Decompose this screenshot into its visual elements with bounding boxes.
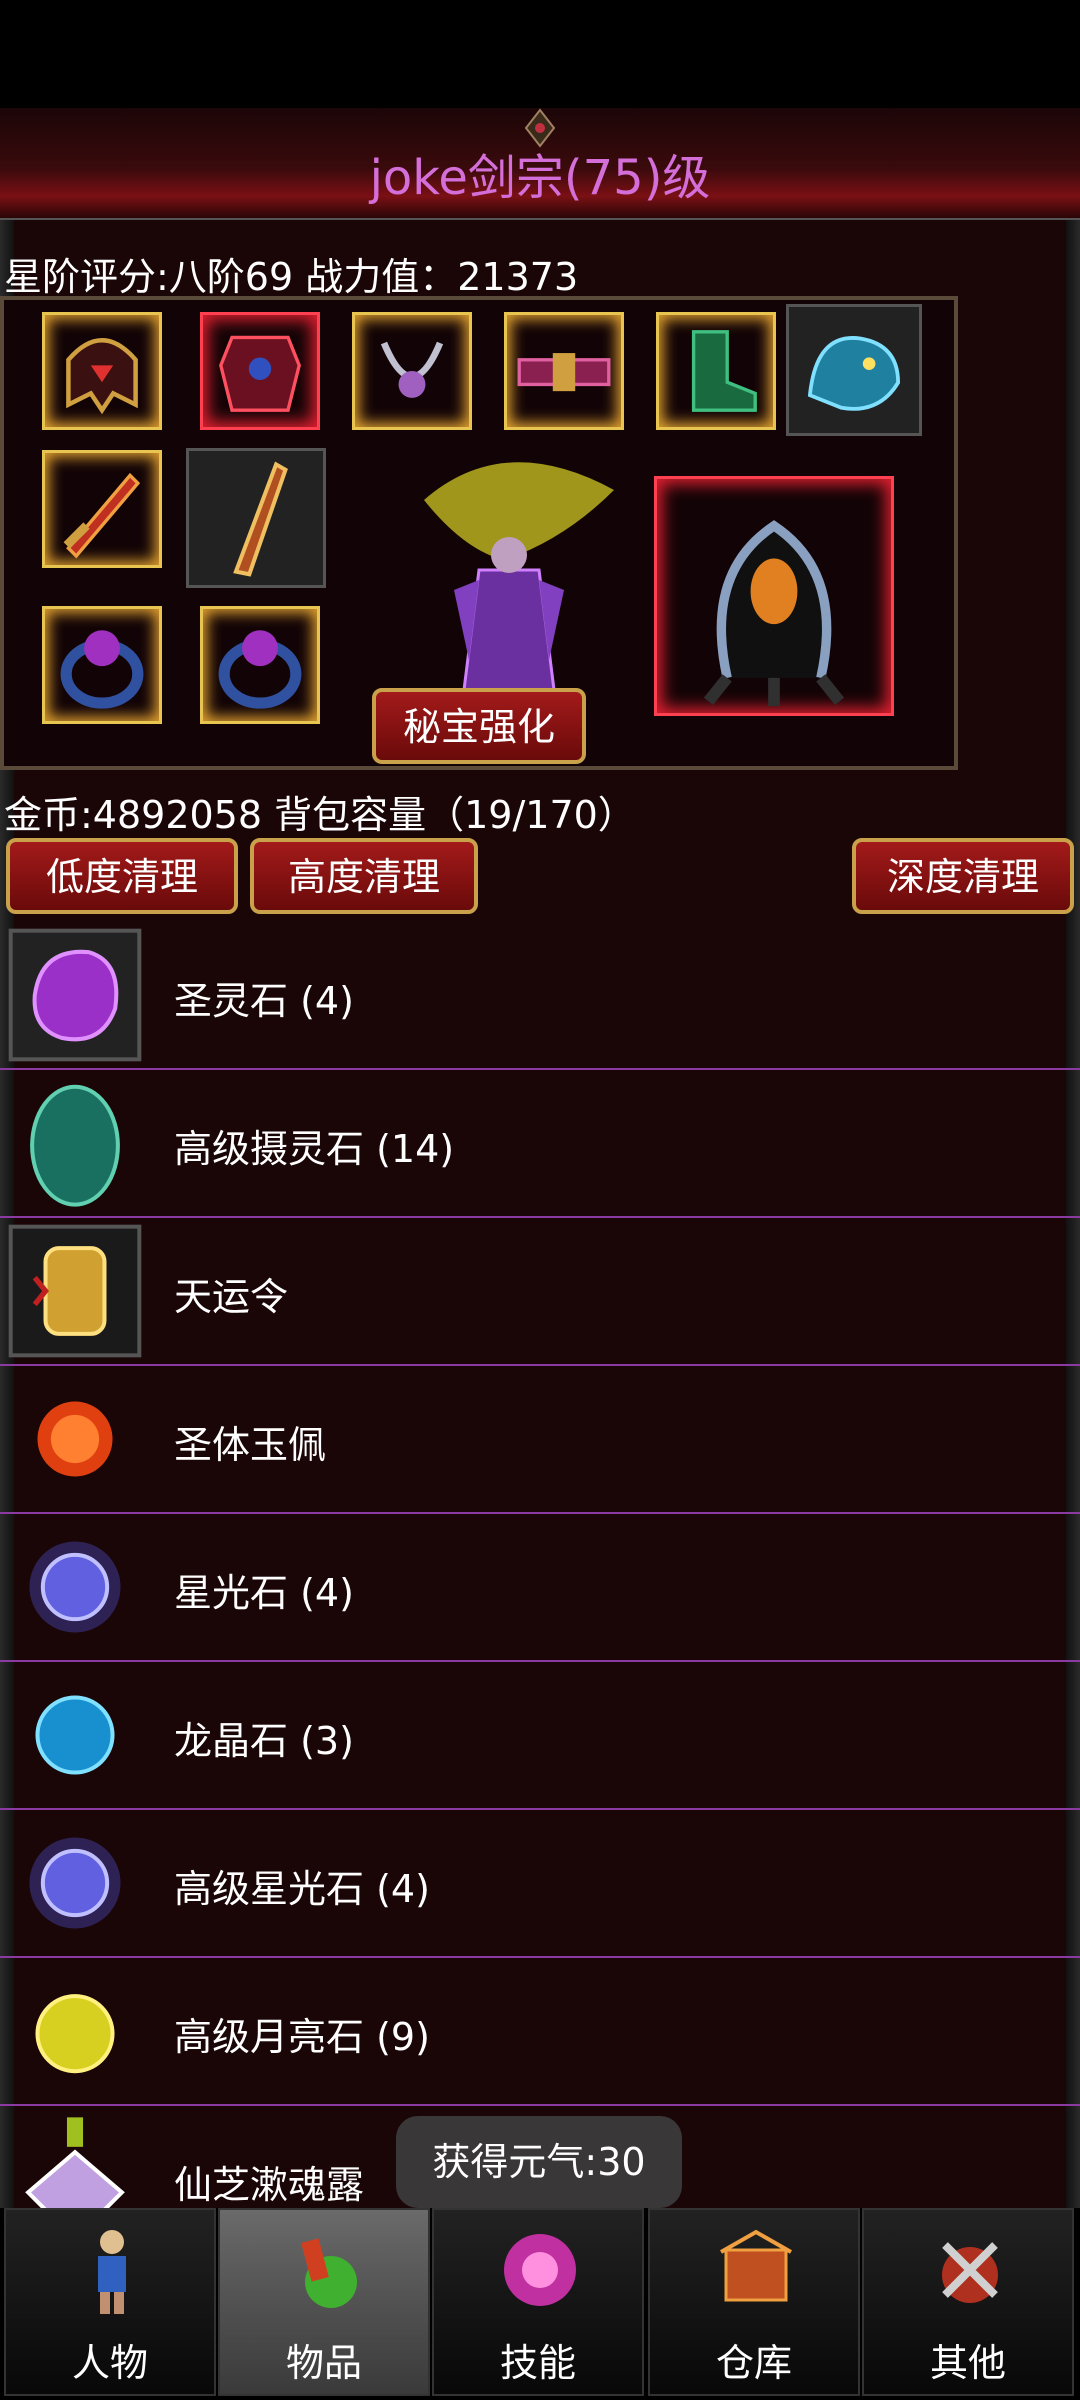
red-orb-icon bbox=[8, 1372, 142, 1506]
item-name: 高级星光石 (4) bbox=[174, 1867, 430, 1911]
dark-claw-icon bbox=[703, 520, 845, 706]
sword-icon bbox=[63, 472, 141, 559]
blade-icon bbox=[233, 461, 288, 577]
item-name: 仙芝漱魂露 bbox=[174, 2163, 365, 2207]
blue-orb-icon bbox=[8, 1668, 142, 1802]
yellow-orb-icon bbox=[8, 1964, 142, 2098]
ring-icon bbox=[60, 630, 144, 709]
character-icon bbox=[62, 2220, 162, 2320]
list-item[interactable]: 圣灵石 (4) bbox=[0, 922, 1080, 1070]
offhand-slot[interactable] bbox=[186, 448, 326, 588]
deep-clean-button[interactable]: 深度清理 bbox=[852, 838, 1074, 914]
mount-slot[interactable] bbox=[786, 304, 922, 436]
purple-lightning-orb-icon bbox=[8, 1816, 142, 1950]
item-name: 天运令 bbox=[174, 1275, 289, 1319]
gold-token-icon bbox=[8, 1224, 142, 1358]
gold-capacity-text: 金币:4892058 背包容量（19/170） bbox=[4, 793, 636, 837]
treasure-slot[interactable] bbox=[654, 476, 894, 716]
ring-icon bbox=[218, 630, 302, 709]
list-item[interactable]: 天运令 bbox=[0, 1218, 1080, 1366]
armor-slot[interactable] bbox=[200, 312, 320, 430]
status-bar bbox=[0, 0, 1080, 108]
blue-beast-icon bbox=[807, 336, 900, 411]
armor-icon bbox=[219, 335, 301, 412]
toast-message: 获得元气:30 bbox=[396, 2116, 682, 2208]
character-title: joke剑宗(75)级 bbox=[369, 150, 711, 206]
belt-slot[interactable] bbox=[504, 312, 624, 430]
list-item[interactable]: 龙晶石 (3) bbox=[0, 1662, 1080, 1810]
item-name: 圣体玉佩 bbox=[174, 1423, 327, 1467]
tab-label: 人物 bbox=[71, 2341, 148, 2385]
list-item[interactable]: 圣体玉佩 bbox=[0, 1366, 1080, 1514]
purple-lightning-orb-icon bbox=[8, 1520, 142, 1654]
tab-warehouse[interactable]: 仓库 bbox=[648, 2208, 860, 2396]
item-name: 圣灵石 (4) bbox=[174, 979, 354, 1023]
item-name: 星光石 (4) bbox=[174, 1571, 354, 1615]
helmet-icon bbox=[66, 337, 138, 415]
magic-swirl-icon bbox=[490, 2220, 590, 2320]
boots-slot[interactable] bbox=[656, 312, 776, 430]
tab-other[interactable]: 其他 bbox=[862, 2208, 1074, 2396]
warehouse-icon bbox=[706, 2220, 806, 2320]
list-item[interactable]: 星光石 (4) bbox=[0, 1514, 1080, 1662]
tab-label: 技能 bbox=[499, 2341, 576, 2385]
ring-right-slot[interactable] bbox=[200, 606, 320, 724]
crossed-swords-icon bbox=[920, 2220, 1020, 2320]
potion-bag-icon bbox=[276, 2220, 376, 2320]
low-clean-button[interactable]: 低度清理 bbox=[6, 838, 238, 914]
tab-character[interactable]: 人物 bbox=[4, 2208, 216, 2396]
list-item[interactable]: 高级摄灵石 (14) bbox=[0, 1070, 1080, 1218]
tab-skills[interactable]: 技能 bbox=[432, 2208, 644, 2396]
tab-label: 物品 bbox=[285, 2341, 362, 2385]
high-clean-button[interactable]: 高度清理 bbox=[250, 838, 478, 914]
item-name: 高级摄灵石 (14) bbox=[174, 1127, 455, 1171]
tab-label: 其他 bbox=[929, 2341, 1006, 2385]
boots-icon bbox=[691, 330, 757, 412]
list-item[interactable]: 高级星光石 (4) bbox=[0, 1810, 1080, 1958]
necklace-icon bbox=[380, 341, 444, 398]
item-name: 高级月亮石 (9) bbox=[174, 2015, 430, 2059]
weapon-slot[interactable] bbox=[42, 450, 162, 568]
helmet-slot[interactable] bbox=[42, 312, 162, 430]
purple-gem-icon bbox=[8, 928, 142, 1062]
list-item[interactable]: 高级月亮石 (9) bbox=[0, 1958, 1080, 2106]
star-rating-text: 星阶评分:八阶69 战力值：21373 bbox=[4, 255, 579, 299]
belt-icon bbox=[517, 353, 611, 392]
ring-left-slot[interactable] bbox=[42, 606, 162, 724]
tab-items[interactable]: 物品 bbox=[218, 2208, 430, 2396]
item-name: 龙晶石 (3) bbox=[174, 1719, 354, 1763]
secret-treasure-enhance-button[interactable]: 秘宝强化 bbox=[372, 688, 586, 764]
tab-label: 仓库 bbox=[715, 2341, 792, 2385]
necklace-slot[interactable] bbox=[352, 312, 472, 430]
teal-egg-icon bbox=[8, 1076, 142, 1210]
